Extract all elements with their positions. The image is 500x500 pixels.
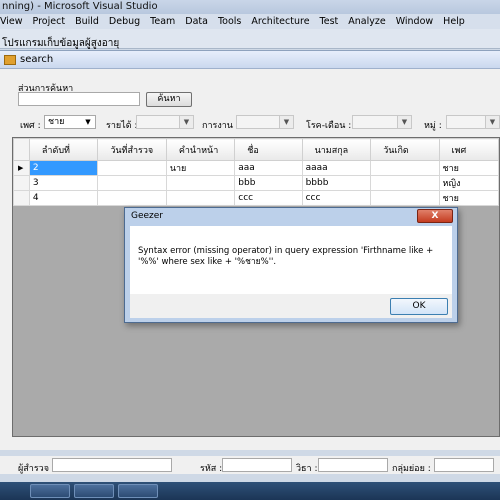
designer-label: โปรแกรมเก็บข้อมูลผู้สูงอายุ <box>2 38 120 49</box>
row-selector-icon[interactable]: ▶ <box>13 160 30 176</box>
col-header-prefix[interactable]: คำนำหน้า <box>165 138 236 161</box>
cell-name[interactable]: bbb <box>234 175 303 191</box>
ok-button[interactable]: OK <box>390 298 448 315</box>
taskbar-button[interactable] <box>74 484 114 498</box>
cell-prefix[interactable] <box>165 190 236 206</box>
grid-header-row: ลำดับที่ วันที่สำรวจ คำนำหน้า ชื่อ นามสก… <box>13 138 499 161</box>
age-label: วิธา : <box>296 464 318 474</box>
vs-menu-bar: View Project Build Debug Team Data Tools… <box>0 14 500 29</box>
sex-value: ชาย <box>48 117 65 127</box>
cell-birth[interactable] <box>370 175 440 191</box>
cell-surname[interactable]: aaaa <box>301 160 372 176</box>
sex-select[interactable]: ชาย ▼ <box>44 115 96 129</box>
cell-birth[interactable] <box>370 190 440 206</box>
cell-sex[interactable]: ชาย <box>438 190 499 206</box>
info-bar: ผู้สำรวจ : รหัส : วิธา : กลุ่มย่อย : <box>0 456 500 474</box>
cell-surname[interactable]: bbbb <box>301 175 372 191</box>
cell-sex[interactable]: หญิง <box>438 175 499 191</box>
chevron-down-icon: ▼ <box>179 116 193 128</box>
disease-select[interactable]: ▼ <box>352 115 412 129</box>
work-select[interactable]: ▼ <box>236 115 294 129</box>
close-button[interactable]: X <box>417 209 453 223</box>
sex-label: เพศ : <box>20 121 41 131</box>
menu-build[interactable]: Build <box>70 14 104 29</box>
income-label: รายได้ : <box>106 121 138 131</box>
income-select[interactable]: ▼ <box>136 115 194 129</box>
dialog-body: Syntax error (missing operator) in query… <box>130 226 452 294</box>
col-header-name[interactable]: ชื่อ <box>234 138 303 161</box>
surveyor-field[interactable] <box>52 458 172 472</box>
cell-id[interactable]: 4 <box>28 190 99 206</box>
col-header-date[interactable]: วันที่สำรวจ <box>97 138 167 161</box>
village-select[interactable]: ▼ <box>446 115 500 129</box>
cell-sex[interactable]: ชาย <box>438 160 499 176</box>
col-header-surname[interactable]: นามสกุล <box>301 138 372 161</box>
cell-name[interactable]: ccc <box>234 190 303 206</box>
menu-tools[interactable]: Tools <box>213 14 246 29</box>
work-label: การงาน : <box>202 121 239 131</box>
close-icon: X <box>431 211 439 221</box>
disease-label: โรค-เดือน : <box>306 121 352 131</box>
cell-name[interactable]: aaa <box>234 160 303 176</box>
cell-surname[interactable]: ccc <box>301 190 372 206</box>
dialog-footer: OK <box>130 294 452 318</box>
chevron-down-icon: ▼ <box>485 116 499 128</box>
form-title-bar: search <box>0 51 500 69</box>
col-header-sex[interactable]: เพศ <box>438 138 499 161</box>
cell-prefix[interactable] <box>165 175 236 191</box>
age-field[interactable] <box>318 458 388 472</box>
menu-debug[interactable]: Debug <box>104 14 145 29</box>
results-table: ลำดับที่ วันที่สำรวจ คำนำหน้า ชื่อ นามสก… <box>13 138 499 206</box>
search-input[interactable] <box>18 92 140 106</box>
col-header-id[interactable]: ลำดับที่ <box>28 138 99 161</box>
form-icon <box>4 55 16 65</box>
taskbar-button[interactable] <box>30 484 70 498</box>
search-button[interactable]: ค้นหา <box>146 92 192 107</box>
cell-birth[interactable] <box>370 160 440 176</box>
row-header-corner <box>13 138 30 161</box>
menu-window[interactable]: Window <box>391 14 438 29</box>
menu-data[interactable]: Data <box>180 14 213 29</box>
village-label: หมู่ : <box>424 121 442 131</box>
menu-test[interactable]: Test <box>315 14 344 29</box>
cell-id[interactable]: 3 <box>28 175 99 191</box>
surveyor-label: ผู้สำรวจ : <box>18 464 55 474</box>
cell-date[interactable] <box>97 160 167 176</box>
menu-team[interactable]: Team <box>145 14 180 29</box>
chevron-down-icon: ▼ <box>85 118 91 126</box>
table-row[interactable]: 4 ccc ccc ชาย <box>13 190 499 206</box>
table-row[interactable]: ▶ 2 นาย aaa aaaa ชาย <box>13 160 499 176</box>
designer-tab: โปรแกรมเก็บข้อมูลผู้สูงอายุ <box>0 29 500 49</box>
row-selector[interactable] <box>13 175 30 191</box>
row-selector[interactable] <box>13 190 30 206</box>
menu-view[interactable]: View <box>0 14 28 29</box>
table-row[interactable]: 3 bbb bbbb หญิง <box>13 175 499 191</box>
dialog-message: Syntax error (missing operator) in query… <box>138 246 434 267</box>
subgroup-field[interactable] <box>434 458 494 472</box>
code-label: รหัส : <box>200 464 223 474</box>
vs-title-bar: nning) - Microsoft Visual Studio <box>0 0 500 14</box>
taskbar-button[interactable] <box>118 484 158 498</box>
subgroup-label: กลุ่มย่อย : <box>392 464 431 474</box>
cell-date[interactable] <box>97 175 167 191</box>
error-dialog: Geezer X Syntax error (missing operator)… <box>124 207 458 323</box>
dialog-title: Geezer <box>131 211 164 221</box>
chevron-down-icon: ▼ <box>279 116 293 128</box>
cell-id[interactable]: 2 <box>28 160 99 176</box>
menu-help[interactable]: Help <box>438 14 470 29</box>
chevron-down-icon: ▼ <box>397 116 411 128</box>
form-title: search <box>20 54 54 65</box>
cell-date[interactable] <box>97 190 167 206</box>
menu-analyze[interactable]: Analyze <box>343 14 390 29</box>
cell-prefix[interactable]: นาย <box>165 160 236 176</box>
menu-architecture[interactable]: Architecture <box>246 14 314 29</box>
menu-project[interactable]: Project <box>28 14 71 29</box>
windows-taskbar <box>0 482 500 500</box>
code-field[interactable] <box>222 458 292 472</box>
col-header-birth[interactable]: วันเกิด <box>370 138 440 161</box>
